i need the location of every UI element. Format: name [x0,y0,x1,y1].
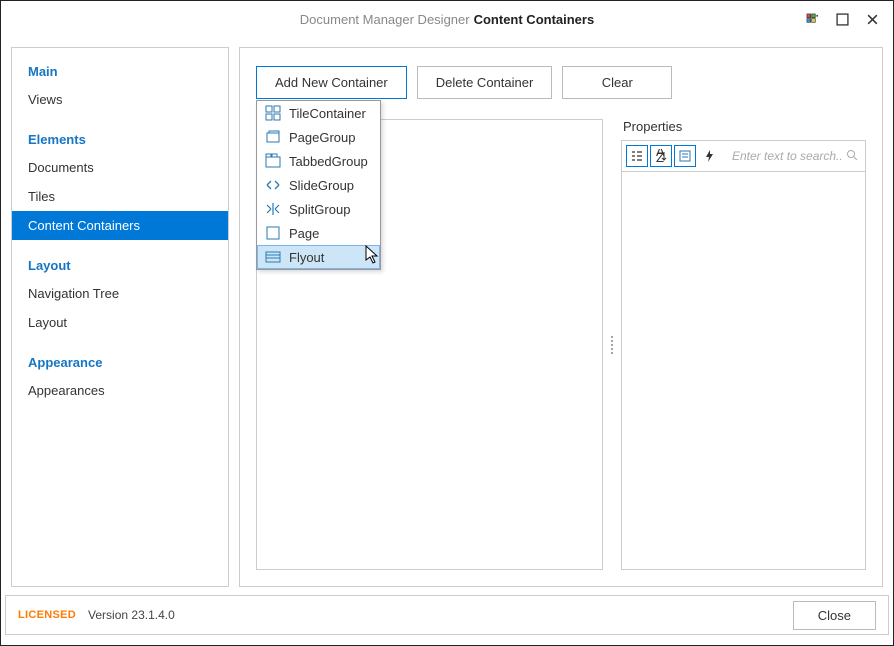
designer-window: Document Manager Designer Content Contai… [0,0,894,646]
title-context: Document Manager Designer [300,12,470,27]
dropdown-item-label: TabbedGroup [289,154,368,169]
clear-button[interactable]: Clear [562,66,672,99]
close-button[interactable]: Close [793,601,876,630]
sidebar-item-views[interactable]: Views [12,85,228,114]
body: Main Views Elements Documents Tiles Cont… [1,37,893,587]
sidebar-item-tiles[interactable]: Tiles [12,182,228,211]
footer: LICENSED Version 23.1.4.0 Close [5,595,889,635]
flyout-icon [265,249,281,265]
properties-column: Properties AZ [621,119,866,570]
tabbedgroup-icon [265,153,281,169]
main-panel: Add New Container Delete Container Clear… [239,47,883,587]
properties-label: Properties [621,119,866,134]
properties-search-input[interactable] [728,146,861,166]
svg-text:Z: Z [656,150,664,163]
close-icon[interactable] [857,5,887,33]
title-page: Content Containers [474,12,595,27]
sidebar-category-layout: Layout [12,250,228,279]
add-container-dropdown: TileContainer PageGroup TabbedGroup Slid… [256,100,381,270]
alphabetical-icon[interactable]: AZ [650,145,672,167]
maximize-icon[interactable] [827,5,857,33]
add-new-container-button[interactable]: Add New Container [256,66,407,99]
dropdown-item-tabbedgroup[interactable]: TabbedGroup [257,149,380,173]
slidegroup-icon [265,177,281,193]
dropdown-item-label: TileContainer [289,106,366,121]
splitter[interactable] [609,119,615,570]
license-badge: LICENSED [18,609,76,621]
events-icon[interactable] [698,145,720,167]
sidebar-category-appearance: Appearance [12,347,228,376]
sidebar-item-navigation-tree[interactable]: Navigation Tree [12,279,228,308]
sidebar-item-content-containers[interactable]: Content Containers [12,211,228,240]
pagegroup-icon [265,129,281,145]
sidebar-item-documents[interactable]: Documents [12,153,228,182]
sidebar: Main Views Elements Documents Tiles Cont… [11,47,229,587]
dropdown-item-label: Flyout [289,250,324,265]
dropdown-item-flyout[interactable]: Flyout [257,245,380,269]
titlebar: Document Manager Designer Content Contai… [1,1,893,37]
dropdown-item-label: Page [289,226,319,241]
sidebar-item-appearances[interactable]: Appearances [12,376,228,405]
window-controls [797,1,887,37]
dropdown-item-tilecontainer[interactable]: TileContainer [257,101,380,125]
dropdown-item-label: SlideGroup [289,178,354,193]
properties-pane: AZ [621,140,866,570]
dropdown-item-splitgroup[interactable]: SplitGroup [257,197,380,221]
categorized-icon[interactable] [626,145,648,167]
dropdown-item-label: PageGroup [289,130,356,145]
properties-toolbar: AZ [622,141,865,172]
sidebar-item-layout[interactable]: Layout [12,308,228,337]
toolbar: Add New Container Delete Container Clear [256,66,866,99]
sidebar-category-main: Main [12,56,228,85]
dropdown-item-label: SplitGroup [289,202,350,217]
splitgroup-icon [265,201,281,217]
dropdown-item-slidegroup[interactable]: SlideGroup [257,173,380,197]
page-icon [265,225,281,241]
property-pages-icon[interactable] [674,145,696,167]
grid-view-icon[interactable] [797,5,827,33]
footer-wrap: LICENSED Version 23.1.4.0 Close [1,587,893,645]
sidebar-category-elements: Elements [12,124,228,153]
version-label: Version 23.1.4.0 [88,608,175,622]
properties-search[interactable] [728,146,861,166]
dropdown-item-pagegroup[interactable]: PageGroup [257,125,380,149]
search-icon [846,149,858,164]
tilecontainer-icon [265,105,281,121]
dropdown-item-page[interactable]: Page [257,221,380,245]
delete-container-button[interactable]: Delete Container [417,66,553,99]
